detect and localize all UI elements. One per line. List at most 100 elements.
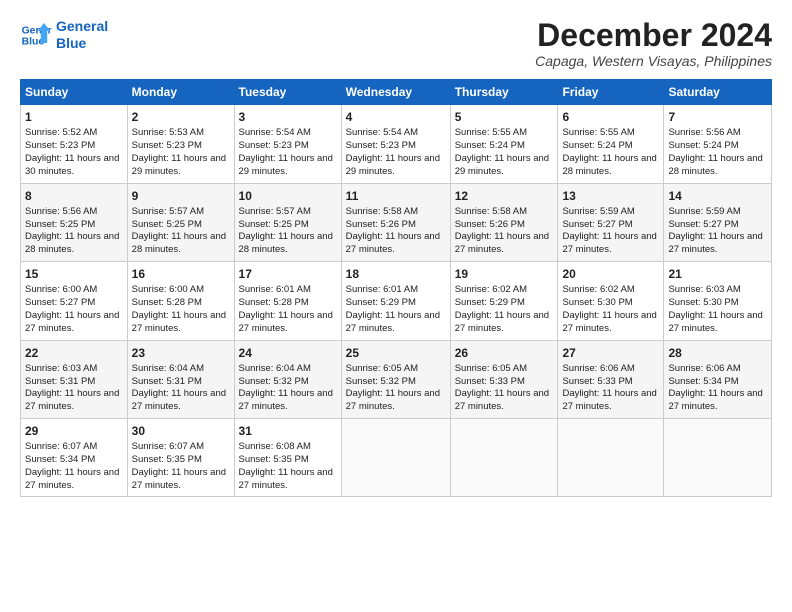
- table-row: 11Sunrise: 5:58 AMSunset: 5:26 PMDayligh…: [341, 183, 450, 261]
- daylight-label: Daylight: 11 hours and 27 minutes.: [239, 388, 333, 412]
- sunset-label: Sunset: 5:28 PM: [239, 297, 309, 308]
- daylight-label: Daylight: 11 hours and 27 minutes.: [239, 467, 333, 491]
- day-number: 21: [668, 266, 767, 282]
- sunrise-label: Sunrise: 6:05 AM: [455, 363, 527, 374]
- daylight-label: Daylight: 11 hours and 27 minutes.: [668, 231, 762, 255]
- logo-icon: General Blue: [20, 19, 52, 51]
- daylight-label: Daylight: 11 hours and 27 minutes.: [346, 310, 440, 334]
- table-row: 25Sunrise: 6:05 AMSunset: 5:32 PMDayligh…: [341, 340, 450, 418]
- day-number: 16: [132, 266, 230, 282]
- daylight-label: Daylight: 11 hours and 28 minutes.: [668, 153, 762, 177]
- title-area: December 2024 Capaga, Western Visayas, P…: [535, 18, 772, 69]
- day-number: 23: [132, 345, 230, 361]
- sunrise-label: Sunrise: 5:59 AM: [668, 206, 740, 217]
- day-number: 6: [562, 109, 659, 125]
- table-row: 2Sunrise: 5:53 AMSunset: 5:23 PMDaylight…: [127, 105, 234, 183]
- sunset-label: Sunset: 5:25 PM: [239, 219, 309, 230]
- logo: General Blue General Blue: [20, 18, 108, 52]
- sunrise-label: Sunrise: 5:55 AM: [562, 127, 634, 138]
- sunrise-label: Sunrise: 6:04 AM: [239, 363, 311, 374]
- sunrise-label: Sunrise: 6:04 AM: [132, 363, 204, 374]
- day-number: 20: [562, 266, 659, 282]
- sunset-label: Sunset: 5:30 PM: [562, 297, 632, 308]
- page: General Blue General Blue December 2024 …: [0, 0, 792, 612]
- daylight-label: Daylight: 11 hours and 27 minutes.: [346, 231, 440, 255]
- day-number: 22: [25, 345, 123, 361]
- sunset-label: Sunset: 5:23 PM: [346, 140, 416, 151]
- daylight-label: Daylight: 11 hours and 27 minutes.: [455, 231, 549, 255]
- sunrise-label: Sunrise: 6:03 AM: [668, 284, 740, 295]
- table-row: [450, 418, 558, 496]
- day-number: 13: [562, 188, 659, 204]
- sunset-label: Sunset: 5:34 PM: [25, 454, 95, 465]
- calendar-body: 1Sunrise: 5:52 AMSunset: 5:23 PMDaylight…: [21, 105, 772, 497]
- table-row: 12 Sunrise: 5:58 AM Sunset: 5:26 PMDayligh…: [450, 183, 558, 261]
- sunset-label: Sunset: 5:26 PM: [346, 219, 416, 230]
- day-number: 26: [455, 345, 554, 361]
- day-number: 14: [668, 188, 767, 204]
- col-saturday: Saturday: [664, 80, 772, 105]
- sunrise-label: Sunrise: 6:05 AM: [346, 363, 418, 374]
- table-row: 7 Sunrise: 5:56 AM Sunset: 5:24 PM Daylight…: [664, 105, 772, 183]
- sunset-label: Sunset: 5:33 PM: [455, 376, 525, 387]
- sunset-label: Sunset: 5:27 PM: [562, 219, 632, 230]
- sunset-label: Sunset: 5:25 PM: [132, 219, 202, 230]
- day-number: 17: [239, 266, 337, 282]
- sunset-label: Sunset: 5:32 PM: [346, 376, 416, 387]
- sunset-label: Sunset: 5:31 PM: [25, 376, 95, 387]
- table-row: 27Sunrise: 6:06 AMSunset: 5:33 PMDayligh…: [558, 340, 664, 418]
- sunset-label: Sunset: 5:29 PM: [455, 297, 525, 308]
- location: Capaga, Western Visayas, Philippines: [535, 53, 772, 69]
- sunset-label: Sunset: 5:31 PM: [132, 376, 202, 387]
- table-row: 22 Sunrise: 6:03 AM Sunset: 5:31 PMDayligh…: [21, 340, 128, 418]
- sunset-label: Sunset: 5:23 PM: [239, 140, 309, 151]
- sunset-label: Sunset: 5:24 PM: [455, 140, 525, 151]
- daylight-label: Daylight: 11 hours and 28 minutes.: [25, 231, 119, 255]
- sunset-label: Sunset: 5:33 PM: [562, 376, 632, 387]
- daylight-label: Daylight: 11 hours and 27 minutes.: [132, 388, 226, 412]
- day-number: 15: [25, 266, 123, 282]
- sunset-label: Sunset: 5:35 PM: [132, 454, 202, 465]
- daylight-label: Daylight: 11 hours and 27 minutes.: [668, 388, 762, 412]
- col-wednesday: Wednesday: [341, 80, 450, 105]
- day-number: 27: [562, 345, 659, 361]
- day-number: 12: [455, 188, 554, 204]
- day-number: 7: [668, 109, 767, 125]
- sunset-label: Sunset: 5:23 PM: [132, 140, 202, 151]
- table-row: 29Sunrise: 6:07 AMSunset: 5:34 PMDayligh…: [21, 418, 128, 496]
- daylight-label: Daylight: 11 hours and 28 minutes.: [562, 153, 656, 177]
- sunrise-label: Sunrise: 6:07 AM: [25, 441, 97, 452]
- sunrise-label: Sunrise: 5:56 AM: [25, 206, 97, 217]
- sunrise-label: Sunrise: 5:57 AM: [132, 206, 204, 217]
- table-row: 6Sunrise: 5:55 AMSunset: 5:24 PMDaylight…: [558, 105, 664, 183]
- sunset-label: Sunset: 5:25 PM: [25, 219, 95, 230]
- day-number: 28: [668, 345, 767, 361]
- sunrise-label: Sunrise: 5:57 AM: [239, 206, 311, 217]
- daylight-label: Daylight: 11 hours and 27 minutes.: [25, 467, 119, 491]
- table-row: 18Sunrise: 6:01 AMSunset: 5:29 PMDayligh…: [341, 262, 450, 340]
- sunset-label: Sunset: 5:23 PM: [25, 140, 95, 151]
- sunrise-label: Sunrise: 6:03 AM: [25, 363, 97, 374]
- table-row: 3Sunrise: 5:54 AMSunset: 5:23 PMDaylight…: [234, 105, 341, 183]
- daylight-label: Daylight: 11 hours and 27 minutes.: [562, 231, 656, 255]
- table-row: 1Sunrise: 5:52 AMSunset: 5:23 PMDaylight…: [21, 105, 128, 183]
- table-row: [664, 418, 772, 496]
- sunrise-label: Sunrise: 5:58 AM: [455, 206, 527, 217]
- sunrise-label: Sunrise: 5:54 AM: [346, 127, 418, 138]
- daylight-label: Daylight: 11 hours and 28 minutes.: [132, 231, 226, 255]
- sunset-label: Sunset: 5:24 PM: [668, 140, 738, 151]
- sunrise-label: Sunrise: 5:55 AM: [455, 127, 527, 138]
- table-row: 8Sunrise: 5:56 AMSunset: 5:25 PMDaylight…: [21, 183, 128, 261]
- day-number: 5: [455, 109, 554, 125]
- day-number: 3: [239, 109, 337, 125]
- day-number: 25: [346, 345, 446, 361]
- sunset-label: Sunset: 5:35 PM: [239, 454, 309, 465]
- table-row: [558, 418, 664, 496]
- daylight-label: Daylight: 11 hours and 29 minutes.: [132, 153, 226, 177]
- sunrise-label: Sunrise: 5:56 AM: [668, 127, 740, 138]
- daylight-label: Daylight: 11 hours and 27 minutes.: [25, 388, 119, 412]
- table-row: 19Sunrise: 6:02 AMSunset: 5:29 PMDayligh…: [450, 262, 558, 340]
- sunset-label: Sunset: 5:26 PM: [455, 219, 525, 230]
- calendar-header: Sunday Monday Tuesday Wednesday Thursday…: [21, 80, 772, 105]
- table-row: 26Sunrise: 6:05 AMSunset: 5:33 PMDayligh…: [450, 340, 558, 418]
